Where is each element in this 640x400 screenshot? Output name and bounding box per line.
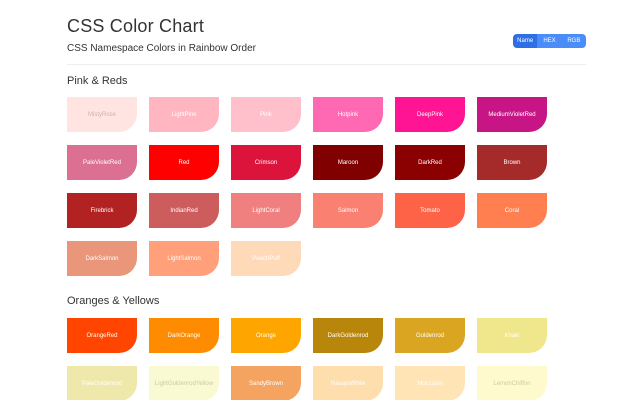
page-title: CSS Color Chart [67, 16, 205, 36]
color-swatch-label: Orange [255, 332, 276, 339]
color-swatch[interactable]: DarkSalmon [67, 241, 137, 276]
color-swatch[interactable]: MediumVioletRed [477, 97, 547, 132]
color-swatch[interactable]: PaleGoldenrod [67, 366, 137, 400]
color-swatch-label: LightGoldenrodYellow [154, 380, 214, 387]
color-swatch[interactable]: LightPink [149, 97, 219, 132]
color-swatch[interactable]: Hotpink [313, 97, 383, 132]
color-swatch[interactable]: SandyBrown [231, 366, 301, 400]
color-swatch[interactable]: Moccasin [395, 366, 465, 400]
color-swatch-label: Goldenrod [415, 332, 445, 339]
color-swatch[interactable]: LemonChiffon [477, 366, 547, 400]
color-swatch[interactable]: IndianRed [149, 193, 219, 228]
header-divider [67, 64, 586, 65]
color-swatch-label: PaleVioletRed [83, 159, 121, 166]
color-swatch-label: Coral [504, 207, 520, 214]
color-grid-pinks-reds: MistyRose LightPink Pink Hotpink DeepPink Med… [67, 97, 547, 276]
color-swatch-label: DeepPink [416, 111, 443, 118]
color-swatch-label: OrangeRed [86, 332, 118, 339]
color-swatch-label: Tomato [420, 207, 440, 214]
color-swatch-label: Pink [260, 111, 272, 118]
color-swatch[interactable]: Tomato [395, 193, 465, 228]
color-swatch-label: SandyBrown [248, 380, 284, 387]
color-swatch-label: DarkGoldenrod [327, 332, 369, 339]
color-swatch[interactable]: Firebrick [67, 193, 137, 228]
toggle-name-button[interactable]: Name [513, 34, 538, 48]
color-swatch[interactable]: Goldenrod [395, 318, 465, 353]
color-swatch-label: LightSalmon [167, 255, 201, 262]
page-subtitle: CSS Namespace Colors in Rainbow Order [67, 43, 256, 54]
display-format-toggle: Name HEX RGB [513, 34, 586, 48]
color-swatch-label: LightCoral [252, 207, 280, 214]
color-swatch-label: Khaki [504, 332, 520, 339]
color-swatch[interactable]: LightGoldenrodYellow [149, 366, 219, 400]
color-swatch[interactable]: LightSalmon [149, 241, 219, 276]
color-swatch-label: DarkOrange [167, 332, 201, 339]
color-swatch-label: DarkSalmon [85, 255, 119, 262]
color-swatch[interactable]: Khaki [477, 318, 547, 353]
color-grid-oranges-yellows: OrangeRed DarkOrange Orange DarkGoldenrod Go… [67, 318, 547, 400]
toggle-hex-button[interactable]: HEX [537, 34, 562, 48]
section-title-oranges-yellows: Oranges & Yellows [67, 295, 160, 307]
color-swatch[interactable]: DarkOrange [149, 318, 219, 353]
section-title-pinks-reds: Pink & Reds [67, 75, 128, 87]
color-swatch-label: MediumVioletRed [488, 111, 536, 118]
color-swatch-label: MistyRose [87, 111, 116, 118]
color-swatch-label: Brown [503, 159, 521, 166]
color-swatch-label: IndianRed [170, 207, 198, 214]
color-swatch[interactable]: Orange [231, 318, 301, 353]
page-header: CSS Color Chart CSS Namespace Colors in … [67, 14, 256, 56]
toggle-rgb-button[interactable]: RGB [561, 34, 586, 48]
color-swatch[interactable]: DeepPink [395, 97, 465, 132]
color-swatch-label: Moccasin [417, 380, 443, 387]
color-swatch[interactable]: Brown [477, 145, 547, 180]
color-swatch-label: Salmon [337, 207, 359, 214]
color-swatch[interactable]: PeachPuff [231, 241, 301, 276]
color-swatch[interactable]: Crimson [231, 145, 301, 180]
color-swatch-label: DarkRed [418, 159, 442, 166]
color-swatch-label: Hotpink [337, 111, 359, 118]
color-swatch-label: PaleGoldenrod [81, 380, 123, 387]
color-swatch-label: Maroon [337, 159, 359, 166]
color-swatch-label: NavajoWhite [330, 380, 365, 387]
color-swatch[interactable]: Coral [477, 193, 547, 228]
color-swatch[interactable]: LightCoral [231, 193, 301, 228]
color-swatch[interactable]: DarkGoldenrod [313, 318, 383, 353]
color-swatch[interactable]: MistyRose [67, 97, 137, 132]
color-swatch-label: LemonChiffon [493, 380, 531, 387]
color-swatch-label: Crimson [254, 159, 278, 166]
color-swatch-label: Firebrick [90, 207, 114, 214]
color-swatch[interactable]: NavajoWhite [313, 366, 383, 400]
color-swatch-label: Red [178, 159, 190, 166]
color-swatch[interactable]: Salmon [313, 193, 383, 228]
color-swatch[interactable]: Red [149, 145, 219, 180]
color-swatch[interactable]: Pink [231, 97, 301, 132]
color-swatch[interactable]: OrangeRed [67, 318, 137, 353]
color-chart-page: CSS Color Chart CSS Namespace Colors in … [0, 0, 640, 400]
color-swatch[interactable]: PaleVioletRed [67, 145, 137, 180]
color-swatch-label: LightPink [171, 111, 197, 118]
color-swatch[interactable]: Maroon [313, 145, 383, 180]
color-swatch[interactable]: DarkRed [395, 145, 465, 180]
color-swatch-label: PeachPuff [252, 255, 280, 262]
